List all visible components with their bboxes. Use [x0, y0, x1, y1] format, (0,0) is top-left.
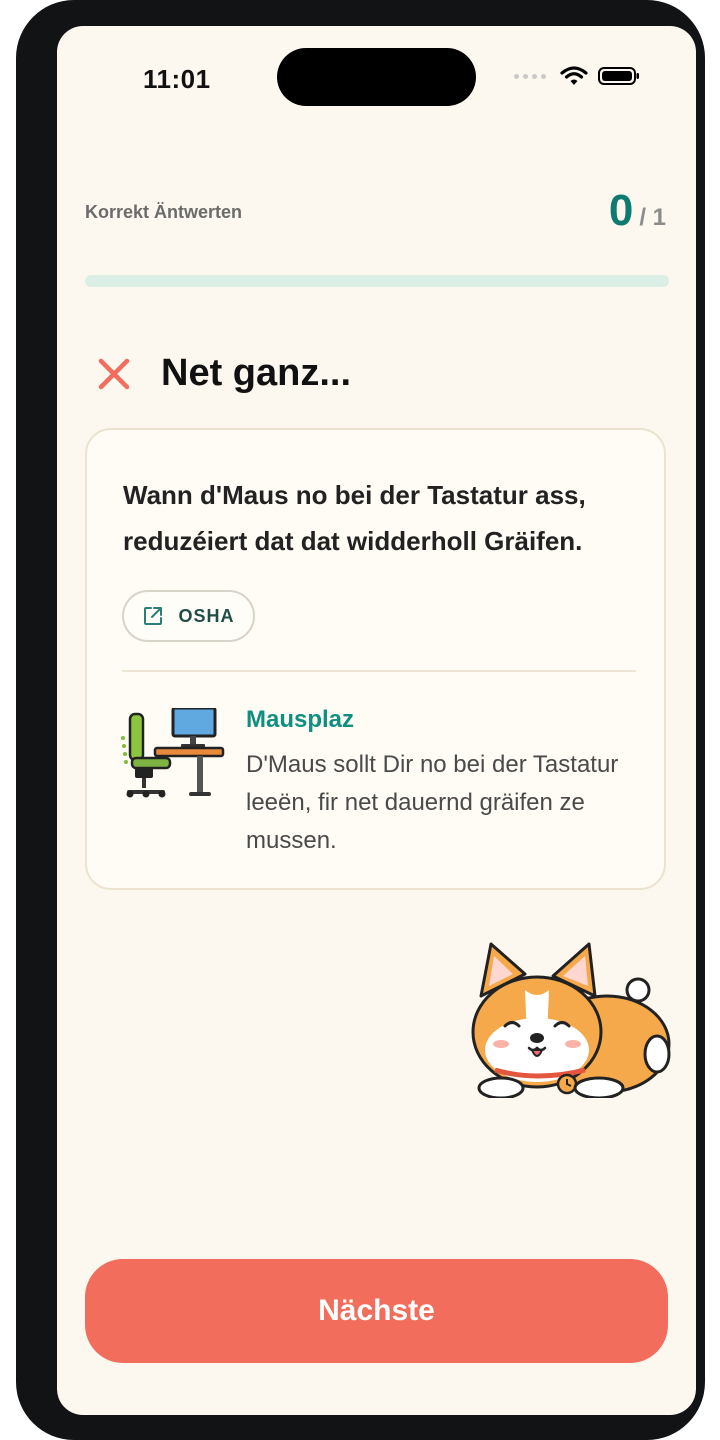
- result-title: Net ganz...: [161, 352, 352, 394]
- status-time: 11:01: [143, 64, 211, 94]
- result-header: Net ganz...: [97, 352, 351, 395]
- external-link-icon: [144, 607, 163, 625]
- source-label: OSHA: [178, 605, 235, 626]
- progress-label: Korrekt Äntwerten: [85, 202, 243, 222]
- signal-icon: [514, 73, 546, 79]
- tip-text: D'Maus sollt Dir no bei der Tastatur lee…: [246, 751, 619, 854]
- desk-chair-illustration: [121, 708, 225, 798]
- total-count: / 1: [639, 204, 666, 231]
- progress-bar: [85, 275, 669, 287]
- divider: [122, 670, 636, 672]
- close-icon: [98, 358, 130, 389]
- score-counter: 0 / 1: [609, 186, 666, 236]
- corgi-mascot: [471, 942, 671, 1098]
- tip-title: Mausplaz: [246, 706, 355, 733]
- app-screen: 11:01 Korrekt Äntwerten 0 / 1 Net ganz..…: [57, 26, 696, 1415]
- explanation-card: Wann d'Maus no bei der Tastatur ass, red…: [85, 428, 666, 890]
- status-icons: [514, 66, 640, 86]
- correct-count: 0: [608, 186, 634, 235]
- source-link-button[interactable]: OSHA: [122, 590, 255, 642]
- phone-frame: 11:01 Korrekt Äntwerten 0 / 1 Net ganz..…: [16, 0, 705, 1440]
- wifi-icon: [560, 66, 588, 85]
- dynamic-island: [277, 48, 476, 106]
- battery-icon: [598, 67, 639, 85]
- statement-text: Wann d'Maus no bei der Tastatur ass, red…: [123, 480, 586, 556]
- next-button[interactable]: Nächste: [85, 1259, 668, 1363]
